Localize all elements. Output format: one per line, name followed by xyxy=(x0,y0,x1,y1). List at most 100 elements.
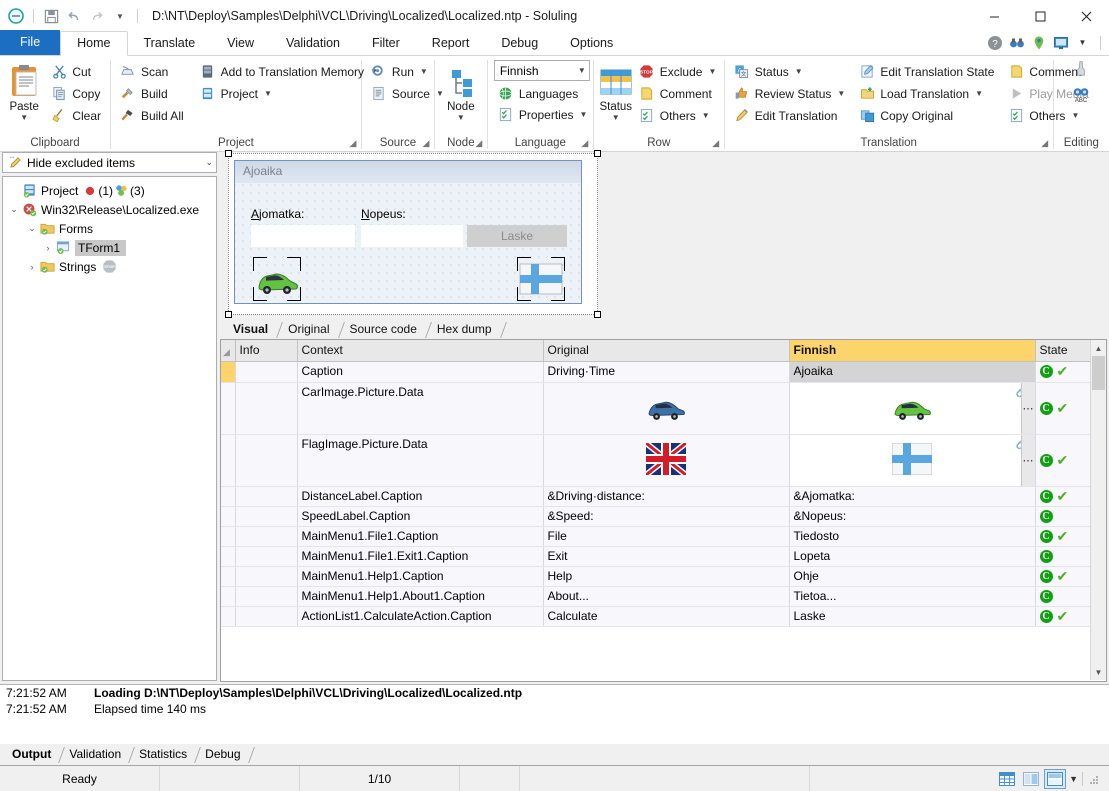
view-tab-source-code[interactable]: Source code xyxy=(342,320,432,339)
tab-translate[interactable]: Translate xyxy=(128,32,212,55)
soluling-app-icon[interactable] xyxy=(6,6,26,26)
cut-button[interactable]: Cut xyxy=(47,61,105,82)
tab-file[interactable]: File xyxy=(0,30,61,55)
node-dialog-launcher-icon[interactable]: ◢ xyxy=(474,138,484,148)
build-all-button[interactable]: Build All xyxy=(116,105,188,126)
translation-grid[interactable]: ◢ Info Context Original Finnish State Ca… xyxy=(221,340,1093,627)
row-translation-image[interactable]: 🔗 ⋯ xyxy=(789,434,1036,487)
table-row[interactable]: MainMenu1.Help1.About1.Caption About... … xyxy=(221,586,1093,607)
row-translation[interactable]: &Nopeus: xyxy=(789,506,1036,527)
row-status-button[interactable]: Status ▼ xyxy=(599,60,633,122)
stacked-view-button[interactable] xyxy=(1044,768,1067,789)
preview-distance-input[interactable] xyxy=(251,225,355,247)
review-status-chevron-down-icon[interactable]: ▼ xyxy=(837,89,845,98)
table-row[interactable]: SpeedLabel.Caption &Speed: &Nopeus: C xyxy=(221,506,1093,527)
resize-handle-br[interactable] xyxy=(594,311,601,318)
tree-expander-strings[interactable]: › xyxy=(25,262,39,272)
tree-item-project[interactable]: Project (1) (3) xyxy=(5,181,214,200)
minimize-button[interactable] xyxy=(971,0,1017,32)
project-dialog-launcher-icon[interactable]: ◢ xyxy=(348,138,358,148)
open-editor-button[interactable]: ⋯ xyxy=(1020,382,1035,434)
hide-excluded-items-dropdown[interactable]: Hide excluded items ⌄ xyxy=(2,152,217,173)
row-marker[interactable] xyxy=(221,566,236,587)
grid-vertical-scrollbar[interactable]: ▲ ▼ xyxy=(1090,340,1106,680)
bottom-tab-debug[interactable]: Debug xyxy=(199,745,255,765)
resize-handle-tr[interactable] xyxy=(594,150,601,157)
resize-grip[interactable] xyxy=(1087,773,1099,785)
copy-original-button[interactable]: Copy Original xyxy=(855,105,998,126)
row-translation[interactable]: Lopeta xyxy=(789,546,1036,567)
row-marker[interactable] xyxy=(221,606,236,627)
tree-expander-exe[interactable]: ⌄ xyxy=(7,204,21,215)
row-marker[interactable] xyxy=(221,586,236,607)
split-view-button[interactable] xyxy=(1021,770,1041,788)
grid-header-info[interactable]: Info xyxy=(235,340,298,362)
resize-handle-tl[interactable] xyxy=(225,150,232,157)
view-tab-original[interactable]: Original xyxy=(280,320,345,339)
properties-chevron-down-icon[interactable]: ▼ xyxy=(580,110,588,119)
grid-header-original[interactable]: Original xyxy=(543,340,790,362)
node-chevron-down-icon[interactable]: ▼ xyxy=(457,114,465,122)
table-row[interactable]: ActionList1.CalculateAction.Caption Calc… xyxy=(221,606,1093,627)
tab-validation[interactable]: Validation xyxy=(270,32,356,55)
row-translation-image[interactable]: 🔗 ⋯ xyxy=(789,382,1036,435)
open-editor-button[interactable]: ⋯ xyxy=(1020,434,1035,486)
row-marker[interactable] xyxy=(221,382,236,435)
language-chevron-down-icon[interactable]: ▼ xyxy=(578,66,586,75)
qat-more-chevron-down-icon[interactable]: ▼ xyxy=(110,6,130,26)
table-row[interactable]: CarImage.Picture.Data 🔗 xyxy=(221,382,1093,435)
row-translation[interactable]: Laske xyxy=(789,606,1036,627)
tree-expander-forms[interactable]: ⌄ xyxy=(25,223,39,234)
scroll-up-arrow-icon[interactable]: ▲ xyxy=(1091,340,1106,356)
redo-icon[interactable] xyxy=(87,6,107,26)
find-icon[interactable] xyxy=(1072,60,1090,81)
tree-item-strings[interactable]: › Strings STOP xyxy=(5,257,214,276)
monitor-icon[interactable] xyxy=(1052,34,1069,51)
preview-car-image[interactable] xyxy=(253,257,301,301)
output-panel[interactable]: 7:21:52 AM Loading D:\NT\Deploy\Samples\… xyxy=(0,684,1109,744)
build-button[interactable]: Build xyxy=(116,83,188,104)
project-button[interactable]: Project ▼ xyxy=(196,83,382,104)
table-row[interactable]: Caption Driving·Time Ajoaika C ✔ xyxy=(221,361,1093,383)
resize-handle-bl[interactable] xyxy=(225,311,232,318)
tree-item-tform1[interactable]: › TForm1 xyxy=(5,238,214,257)
row-translation[interactable]: Ajoaika xyxy=(789,361,1036,383)
bottom-tab-validation[interactable]: Validation xyxy=(63,745,136,765)
project-tree[interactable]: Project (1) (3) ⌄ Win32\Release\Localize… xyxy=(2,176,217,681)
row-status-chevron-down-icon[interactable]: ▼ xyxy=(612,114,620,122)
row-translation[interactable]: Tiedosto xyxy=(789,526,1036,547)
exclude-button[interactable]: STOP Exclude ▼ xyxy=(635,61,721,82)
view-options-chevron-down-icon[interactable]: ▼ xyxy=(1069,774,1078,784)
bottom-tab-output[interactable]: Output xyxy=(6,745,66,765)
tab-debug[interactable]: Debug xyxy=(485,32,554,55)
table-row[interactable]: MainMenu1.File1.Caption File Tiedosto C … xyxy=(221,526,1093,547)
row-others-chevron-down-icon[interactable]: ▼ xyxy=(702,111,710,120)
review-status-button[interactable]: Review Status ▼ xyxy=(730,83,850,104)
maximize-button[interactable] xyxy=(1017,0,1063,32)
row-dialog-launcher-icon[interactable]: ◢ xyxy=(711,138,721,148)
tree-item-localized-exe[interactable]: ⌄ Win32\Release\Localized.exe xyxy=(5,200,214,219)
preview-calculate-button[interactable]: Laske xyxy=(467,225,567,247)
translation-status-button[interactable]: A文 Status ▼ xyxy=(730,61,850,82)
close-button[interactable] xyxy=(1063,0,1109,32)
node-button[interactable]: Node ▼ xyxy=(440,60,482,122)
help-chevron-down-icon[interactable]: ▼ xyxy=(1074,34,1091,51)
save-icon[interactable] xyxy=(41,6,61,26)
translation-status-chevron-down-icon[interactable]: ▼ xyxy=(795,67,803,76)
edit-translation-button[interactable]: Edit Translation xyxy=(730,105,850,126)
load-translation-button[interactable]: Load Translation ▼ xyxy=(855,83,998,104)
tab-options[interactable]: Options xyxy=(554,32,629,55)
table-row[interactable]: MainMenu1.File1.Exit1.Caption Exit Lopet… xyxy=(221,546,1093,567)
bottom-tab-statistics[interactable]: Statistics xyxy=(133,745,202,765)
table-row[interactable]: MainMenu1.Help1.Caption Help Ohje C ✔ xyxy=(221,566,1093,587)
binoculars-icon[interactable] xyxy=(1008,34,1025,51)
row-translation[interactable]: Ohje xyxy=(789,566,1036,587)
source-dialog-launcher-icon[interactable]: ◢ xyxy=(421,138,431,148)
row-marker[interactable] xyxy=(221,486,236,507)
tree-expander-tform1[interactable]: › xyxy=(41,243,55,253)
table-row[interactable]: DistanceLabel.Caption &Driving·distance:… xyxy=(221,486,1093,507)
scroll-thumb[interactable] xyxy=(1092,356,1105,390)
translation-dialog-launcher-icon[interactable]: ◢ xyxy=(1040,138,1050,148)
exclude-chevron-down-icon[interactable]: ▼ xyxy=(708,67,716,76)
row-marker[interactable] xyxy=(221,526,236,547)
